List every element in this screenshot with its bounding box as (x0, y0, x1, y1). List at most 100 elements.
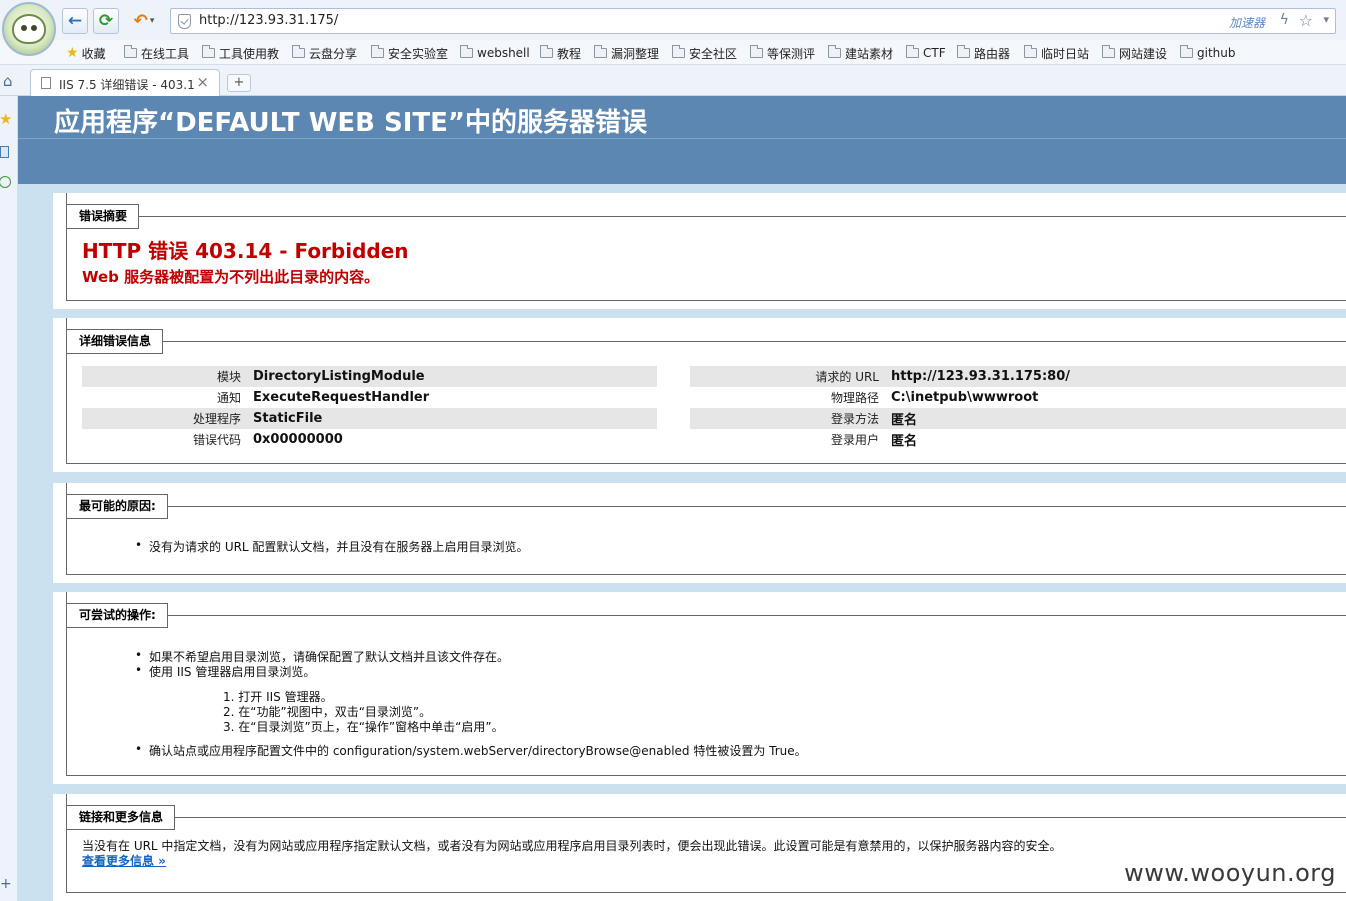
folder-icon (460, 45, 473, 58)
table-row: 请求的 URL http://123.93.31.175:80/ (690, 366, 1346, 387)
summary-legend: 错误摘要 (66, 204, 140, 229)
detail-value: DirectoryListingModule (247, 366, 657, 387)
bookmark-item[interactable]: 安全社区 (672, 44, 737, 62)
header-band: 应用程序“DEFAULT WEB SITE”中的服务器错误 (18, 96, 1346, 184)
details-table-left: 模块 DirectoryListingModule 通知 ExecuteReques… (82, 366, 657, 450)
folder-icon (292, 45, 305, 58)
table-row: 处理程序 StaticFile (82, 408, 657, 429)
back-button[interactable]: ← (62, 8, 88, 34)
watermark: www.wooyun.org (1124, 859, 1336, 887)
bookmark-item[interactable]: 工具使用教 (202, 44, 279, 62)
bookmarks-bar: ★ 收藏 在线工具 工具使用教 云盘分享 安全实验室 webshell 教程 漏洞整理 安全社区 等… (0, 40, 1346, 65)
bookmark-label: CTF (923, 46, 946, 60)
page-content: 应用程序“DEFAULT WEB SITE”中的服务器错误 错误摘要 HTTP … (18, 96, 1346, 901)
more-info-text: 当没有在 URL 中指定文档，没有为网站或应用程序指定默认文档，或者没有为网站或… (82, 839, 1062, 853)
chevron-down-icon[interactable]: ▾ (1323, 13, 1329, 26)
home-icon[interactable]: ⌂ (3, 72, 13, 90)
bookmark-item[interactable]: 建站素材 (828, 44, 893, 62)
folder-icon (957, 45, 970, 58)
bookmark-label: 路由器 (974, 46, 1011, 61)
detail-key: 登录用户 (830, 433, 879, 447)
bookmark-item[interactable]: 安全实验室 (371, 44, 448, 62)
list-item: 使用 IIS 管理器启用目录浏览。 (135, 663, 315, 680)
bookmark-item[interactable]: CTF (906, 44, 946, 62)
bookmark-item[interactable]: 教程 (540, 44, 581, 62)
folder-icon (906, 45, 919, 58)
bookmark-label: 工具使用教 (219, 46, 280, 61)
tab-iis-error[interactable]: IIS 7.5 详细错误 - 403.1 × (30, 69, 220, 96)
causes-panel: 最可能的原因: 没有为请求的 URL 配置默认文档，并且没有在服务器上启用目录浏… (53, 483, 1346, 583)
detail-key: 登录方法 (690, 408, 885, 429)
star-icon[interactable]: ☆ (1299, 11, 1313, 30)
table-row: 登录用户 匿名 (690, 429, 1346, 450)
bookmark-label: webshell (477, 46, 530, 60)
list-item: 确认站点或应用程序配置文件中的 configuration/system.web… (135, 742, 807, 759)
detail-key: 请求的 URL (690, 366, 885, 387)
details-table-right: 请求的 URL http://123.93.31.175:80/ 物理路径 C:\i… (690, 366, 1346, 450)
bookmark-item[interactable]: 等保测评 (750, 44, 815, 62)
bookmark-label: 漏洞整理 (611, 46, 660, 61)
dropdown-arrow-icon: ▾ (149, 16, 155, 26)
page-icon (41, 77, 51, 89)
folder-icon (828, 45, 841, 58)
bookmark-item[interactable]: ★ 收藏 (66, 44, 106, 62)
browser-logo[interactable] (2, 2, 56, 56)
tab-close-button[interactable]: × (196, 73, 209, 91)
bookmark-item[interactable]: github (1180, 44, 1235, 62)
star-icon: ★ (66, 45, 79, 61)
bookmark-item[interactable]: webshell (460, 44, 530, 62)
bolt-icon[interactable]: ϟ (1280, 12, 1289, 28)
table-row: 物理路径 C:\inetpub\wwwroot (690, 387, 1346, 408)
bookmark-label: 安全社区 (689, 46, 738, 61)
detail-key: 错误代码 (192, 433, 241, 447)
accelerator-button[interactable]: 加速器 (1229, 14, 1265, 31)
folder-icon (202, 45, 215, 58)
folder-icon (1024, 45, 1037, 58)
address-bar[interactable]: http://123.93.31.175/ 加速器 ϟ ☆ ▾ (170, 8, 1336, 34)
browser-sidebar: ★ + (0, 96, 18, 901)
bookmark-label: 在线工具 (141, 46, 190, 61)
detail-key: 物理路径 (830, 391, 879, 405)
more-info-legend: 链接和更多信息 (66, 805, 176, 830)
table-row: 通知 ExecuteRequestHandler (82, 387, 657, 408)
detail-key: 通知 (216, 391, 241, 405)
bookmark-item[interactable]: 路由器 (957, 44, 1010, 62)
back-arrow-icon: ← (67, 11, 83, 31)
undo-button[interactable]: ↶ ▾ (125, 8, 163, 34)
more-info-link[interactable]: 查看更多信息 » (82, 852, 166, 869)
detail-value: ExecuteRequestHandler (253, 390, 430, 405)
bookmark-label: 建站素材 (845, 46, 894, 61)
history-clock-icon[interactable] (0, 176, 11, 188)
bookmark-label: 等保测评 (767, 46, 816, 61)
browser-toolbar: ← ⟳ ↶ ▾ http://123.93.31.175/ 加速器 ϟ ☆ ▾ (0, 0, 1346, 40)
bookmark-label: 安全实验室 (388, 46, 449, 61)
folder-icon (1180, 45, 1193, 58)
bookmark-label: 收藏 (81, 46, 106, 61)
bookmark-item[interactable]: 网站建设 (1102, 44, 1167, 62)
table-row: 错误代码 0x00000000 (82, 429, 657, 450)
refresh-icon: ⟳ (98, 11, 114, 31)
details-legend: 详细错误信息 (66, 329, 164, 354)
detail-value: http://123.93.31.175:80/ (885, 366, 1346, 387)
folder-icon (124, 45, 137, 58)
folder-icon (371, 45, 384, 58)
detail-value: 匿名 (885, 408, 1346, 429)
cat-face-icon (12, 14, 46, 44)
bookmark-item[interactable]: 临时日站 (1024, 44, 1089, 62)
bookmark-item[interactable]: 云盘分享 (292, 44, 357, 62)
undo-icon: ↶ (133, 11, 148, 31)
url-text[interactable]: http://123.93.31.175/ (199, 13, 338, 28)
page-title: 应用程序“DEFAULT WEB SITE”中的服务器错误 (54, 108, 647, 138)
bookmark-item[interactable]: 漏洞整理 (594, 44, 659, 62)
new-tab-button[interactable]: + (227, 74, 251, 92)
bookmark-item[interactable]: 在线工具 (124, 44, 189, 62)
add-panel-icon[interactable]: + (0, 876, 12, 892)
folder-icon (672, 45, 685, 58)
detail-value: 匿名 (891, 434, 918, 449)
folder-icon (750, 45, 763, 58)
causes-fieldset (66, 483, 1346, 575)
reading-list-icon[interactable] (0, 146, 9, 158)
favorites-star-icon[interactable]: ★ (0, 110, 12, 128)
refresh-button[interactable]: ⟳ (93, 8, 119, 34)
folder-icon (540, 45, 553, 58)
